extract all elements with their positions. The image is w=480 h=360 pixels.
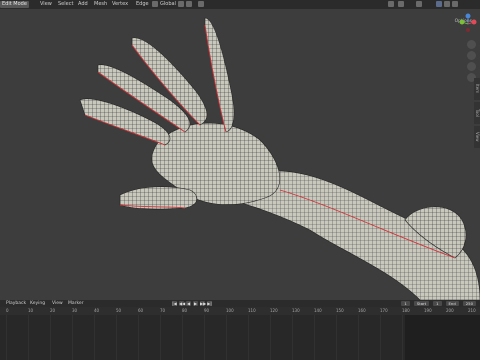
menu-edge[interactable]: Edge (136, 0, 149, 9)
ruler-tick-label: 20 (50, 308, 56, 313)
tab-item[interactable]: Item (474, 78, 480, 100)
menu-view[interactable]: View (40, 0, 52, 9)
timeline-grid-line (270, 315, 271, 360)
out-of-range-area (405, 315, 480, 360)
ruler-tick-label: 80 (182, 308, 188, 313)
ruler-tick-label: 130 (292, 308, 300, 313)
timeline-grid-line (72, 315, 73, 360)
pivot-icon[interactable] (178, 1, 184, 7)
start-frame-field[interactable]: 1 (433, 301, 442, 306)
mode-selector[interactable]: Edit Mode (0, 1, 29, 8)
camera-icon[interactable] (467, 62, 476, 71)
timeline-grid-line (50, 315, 51, 360)
timeline-grid-line (226, 315, 227, 360)
hand-icon[interactable] (467, 40, 476, 49)
ruler-tick-label: 10 (28, 308, 34, 313)
transform-orientation-icon[interactable] (152, 1, 158, 7)
ruler-tick-label: 180 (402, 308, 410, 313)
timeline-grid-line (182, 315, 183, 360)
ruler-tick-label: 110 (248, 308, 256, 313)
ruler-tick-label: 170 (380, 308, 388, 313)
current-frame-field[interactable]: 1 (401, 301, 410, 306)
playback-controls: |◀ ◀◀ ◀ ▶ ▶▶ ▶| (172, 301, 212, 306)
overlay-icon[interactable] (398, 1, 404, 7)
timeline-grid-line (6, 315, 7, 360)
ruler-tick-label: 140 (314, 308, 322, 313)
timeline-grid-line (204, 315, 205, 360)
timeline-grid-line (292, 315, 293, 360)
xray-icon[interactable] (416, 1, 422, 7)
play-reverse-button[interactable]: ◀ (186, 301, 191, 306)
ruler-tick-label: 190 (424, 308, 432, 313)
proportional-edit-icon[interactable] (198, 1, 204, 7)
shading-material-icon[interactable] (444, 1, 450, 7)
ruler-tick-label: 50 (116, 308, 122, 313)
jump-start-button[interactable]: |◀ (172, 301, 177, 306)
shading-rendered-icon[interactable] (452, 1, 458, 7)
end-frame-label: End (445, 301, 459, 306)
shading-solid-icon[interactable] (436, 1, 442, 7)
menu-add[interactable]: Add (78, 0, 88, 9)
tab-view[interactable]: View (474, 126, 480, 148)
next-keyframe-button[interactable]: ▶▶ (200, 301, 206, 306)
timeline-grid-line (94, 315, 95, 360)
timeline-grid-line (160, 315, 161, 360)
frame-fields: 1 Start 1 End 250 (401, 301, 476, 306)
navigation-gizmo[interactable] (454, 10, 480, 36)
menu-select[interactable]: Select (58, 0, 73, 9)
ruler-tick-label: 100 (226, 308, 234, 313)
ruler-tick-label: 70 (160, 308, 166, 313)
3d-viewport[interactable]: Edit Mode View Select Add Mesh Vertex Ed… (0, 0, 480, 300)
tab-tool[interactable]: Tool (474, 102, 480, 124)
timeline-grid-line (314, 315, 315, 360)
ruler-tick-label: 210 (468, 308, 476, 313)
zoom-icon[interactable] (467, 51, 476, 60)
menu-mesh[interactable]: Mesh (94, 0, 107, 9)
ruler-tick-label: 150 (336, 308, 344, 313)
orientation-dropdown[interactable]: Global (160, 0, 176, 9)
ruler-tick-label: 0 (6, 308, 9, 313)
timeline-grid-line (402, 315, 403, 360)
timeline-grid-line (358, 315, 359, 360)
snap-icon[interactable] (186, 1, 192, 7)
sidebar-tabs: Item Tool View (474, 78, 480, 150)
prev-keyframe-button[interactable]: ◀◀ (179, 301, 185, 306)
ruler-tick-label: 40 (94, 308, 100, 313)
ruler-tick-label: 120 (270, 308, 278, 313)
visibility-icon[interactable] (388, 1, 394, 7)
hand-mesh[interactable] (0, 0, 480, 300)
timeline-grid-line (116, 315, 117, 360)
timeline-grid-line (28, 315, 29, 360)
ruler-tick-label: 200 (446, 308, 454, 313)
timeline-grid-line (336, 315, 337, 360)
ruler-tick-label: 30 (72, 308, 78, 313)
timeline-ruler[interactable]: 0 10 20 30 40 50 60 70 80 90 100 110 120 130 140 150 160… (0, 307, 480, 315)
timeline-grid-line (380, 315, 381, 360)
end-frame-field[interactable]: 250 (462, 301, 476, 306)
start-frame-label: Start (413, 301, 430, 306)
timeline-grid-line (248, 315, 249, 360)
timeline-grid-line (138, 315, 139, 360)
ruler-tick-label: 60 (138, 308, 144, 313)
ruler-tick-label: 160 (358, 308, 366, 313)
viewport-header: Edit Mode View Select Add Mesh Vertex Ed… (0, 0, 480, 9)
ruler-tick-label: 90 (204, 308, 210, 313)
menu-vertex[interactable]: Vertex (112, 0, 128, 9)
play-button[interactable]: ▶ (193, 301, 198, 306)
jump-end-button[interactable]: ▶| (207, 301, 212, 306)
